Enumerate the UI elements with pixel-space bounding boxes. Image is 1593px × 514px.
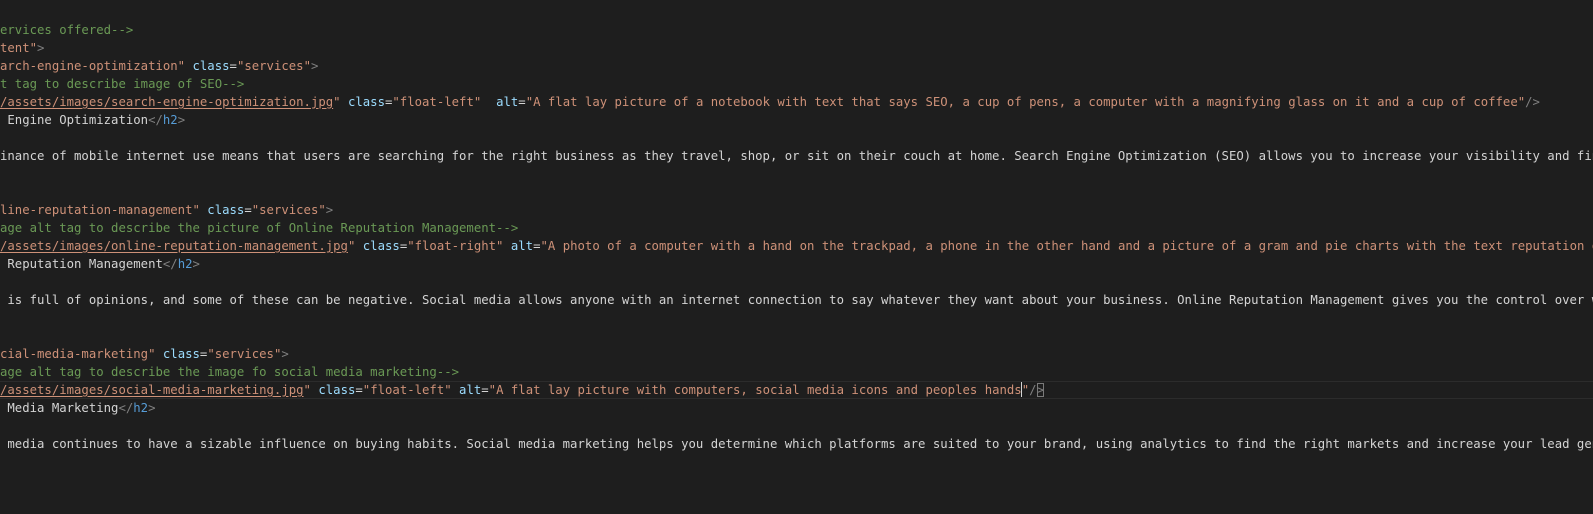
code-string: cial-media-marketing" [0,347,156,361]
code-line[interactable]: line-reputation-management" class="servi… [0,201,1593,219]
code-string: " [333,95,341,109]
code-text: Reputation Management [0,257,163,271]
code-string: "services" [207,347,282,361]
code-file-link[interactable]: /assets/images/search-engine-optimizatio… [0,95,333,109]
code-line[interactable]: is full of opinions, and some of these c… [0,291,1593,309]
code-text: = [481,383,489,397]
code-comment: age alt tag to describe the picture of O… [0,221,519,235]
code-string: "services" [251,203,326,217]
code-text: = [533,239,541,253]
code-line[interactable]: ​ [0,417,1593,435]
code-string: " [303,383,311,397]
code-attribute: class [318,383,356,397]
code-string: "A flat lay picture with computers, soci… [488,383,1022,397]
code-line[interactable]: ​ [0,165,1593,183]
code-text: = [355,383,363,397]
code-comment: age alt tag to describe the image fo soc… [0,365,460,379]
code-comment: t tag to describe image of SEO--> [0,77,245,91]
code-punctuation: > [148,401,156,415]
code-text: inance of mobile internet use means that… [0,149,1593,163]
code-line[interactable]: ​ [0,309,1593,327]
code-punctuation: > [281,347,289,361]
code-text: = [244,203,252,217]
code-string: "float-left" [362,383,452,397]
code-string: "float-right" [407,239,504,253]
code-line[interactable]: Reputation Management</h2> [0,255,1593,273]
code-string: " [1021,383,1030,397]
code-line[interactable]: ​ [0,327,1593,345]
code-punctuation: </ [148,113,163,127]
code-line[interactable]: tent"> [0,39,1593,57]
code-line[interactable]: media continues to have a sizable influe… [0,435,1593,453]
code-text: Media Marketing [0,401,119,415]
code-punctuation: </ [118,401,134,415]
code-string: "A photo of a computer with a hand on th… [540,239,1593,253]
code-line[interactable]: age alt tag to describe the picture of O… [0,219,1593,237]
code-punctuation: </ [162,257,178,271]
code-line[interactable]: age alt tag to describe the image fo soc… [0,363,1593,381]
code-string: "services" [236,59,311,73]
code-attribute: class [362,239,400,253]
code-attribute: class [207,203,245,217]
matched-bracket: > [1036,383,1044,397]
code-line[interactable]: t tag to describe image of SEO--> [0,75,1593,93]
code-line[interactable]: ​ [0,129,1593,147]
code-punctuation: > [192,257,200,271]
code-punctuation: > [37,41,45,55]
code-punctuation: > [325,203,334,217]
code-attribute: class [162,347,200,361]
code-line[interactable]: cial-media-marketing" class="services"> [0,345,1593,363]
code-punctuation: / [1029,383,1037,397]
code-file-link[interactable]: /assets/images/online-reputation-managem… [0,239,348,253]
code-string: "float-left" [392,95,482,109]
code-string: line-reputation-management" [0,203,200,217]
code-tag-name: h2 [133,401,149,415]
code-tag-name: h2 [177,257,193,271]
code-attribute: alt [496,95,519,109]
code-attribute: alt [459,383,482,397]
code-attribute: class [192,59,230,73]
code-string: tent" [0,41,38,55]
code-line-current[interactable]: /assets/images/social-media-marketing.jp… [0,381,1593,399]
code-line[interactable]: ervices offered--> [0,21,1593,39]
code-editor[interactable]: ervices offered--> tent"> arch-engine-opti… [0,0,1593,514]
code-line[interactable]: /assets/images/online-reputation-managem… [0,237,1593,255]
code-line[interactable]: inance of mobile internet use means that… [0,147,1593,165]
code-tag-name: h2 [162,113,178,127]
code-string: "A flat lay picture of a notebook with t… [525,95,1526,109]
code-line[interactable]: ​ [0,273,1593,291]
code-string: arch-engine-optimization" [0,59,186,73]
code-text: = [518,95,526,109]
code-line[interactable]: Engine Optimization</h2> [0,111,1593,129]
code-attribute: alt [510,239,534,253]
code-line[interactable]: /assets/images/search-engine-optimizatio… [0,93,1593,111]
code-attribute: class [347,95,385,109]
code-area[interactable]: ervices offered--> tent"> arch-engine-opti… [0,21,1593,453]
code-line[interactable]: ​ [0,183,1593,201]
code-punctuation: > [310,59,319,73]
code-text: is full of opinions, and some of these c… [0,293,1593,307]
code-text: = [229,59,237,73]
code-file-link[interactable]: /assets/images/social-media-marketing.jp… [0,383,304,397]
code-text: media continues to have a sizable influe… [0,437,1593,451]
code-line[interactable]: arch-engine-optimization" class="service… [0,57,1593,75]
code-line[interactable]: Media Marketing</h2> [0,399,1593,417]
code-punctuation: /> [1525,95,1540,109]
code-comment: ervices offered--> [0,23,134,37]
code-punctuation: > [177,113,186,127]
code-text: Engine Optimization [0,113,149,127]
